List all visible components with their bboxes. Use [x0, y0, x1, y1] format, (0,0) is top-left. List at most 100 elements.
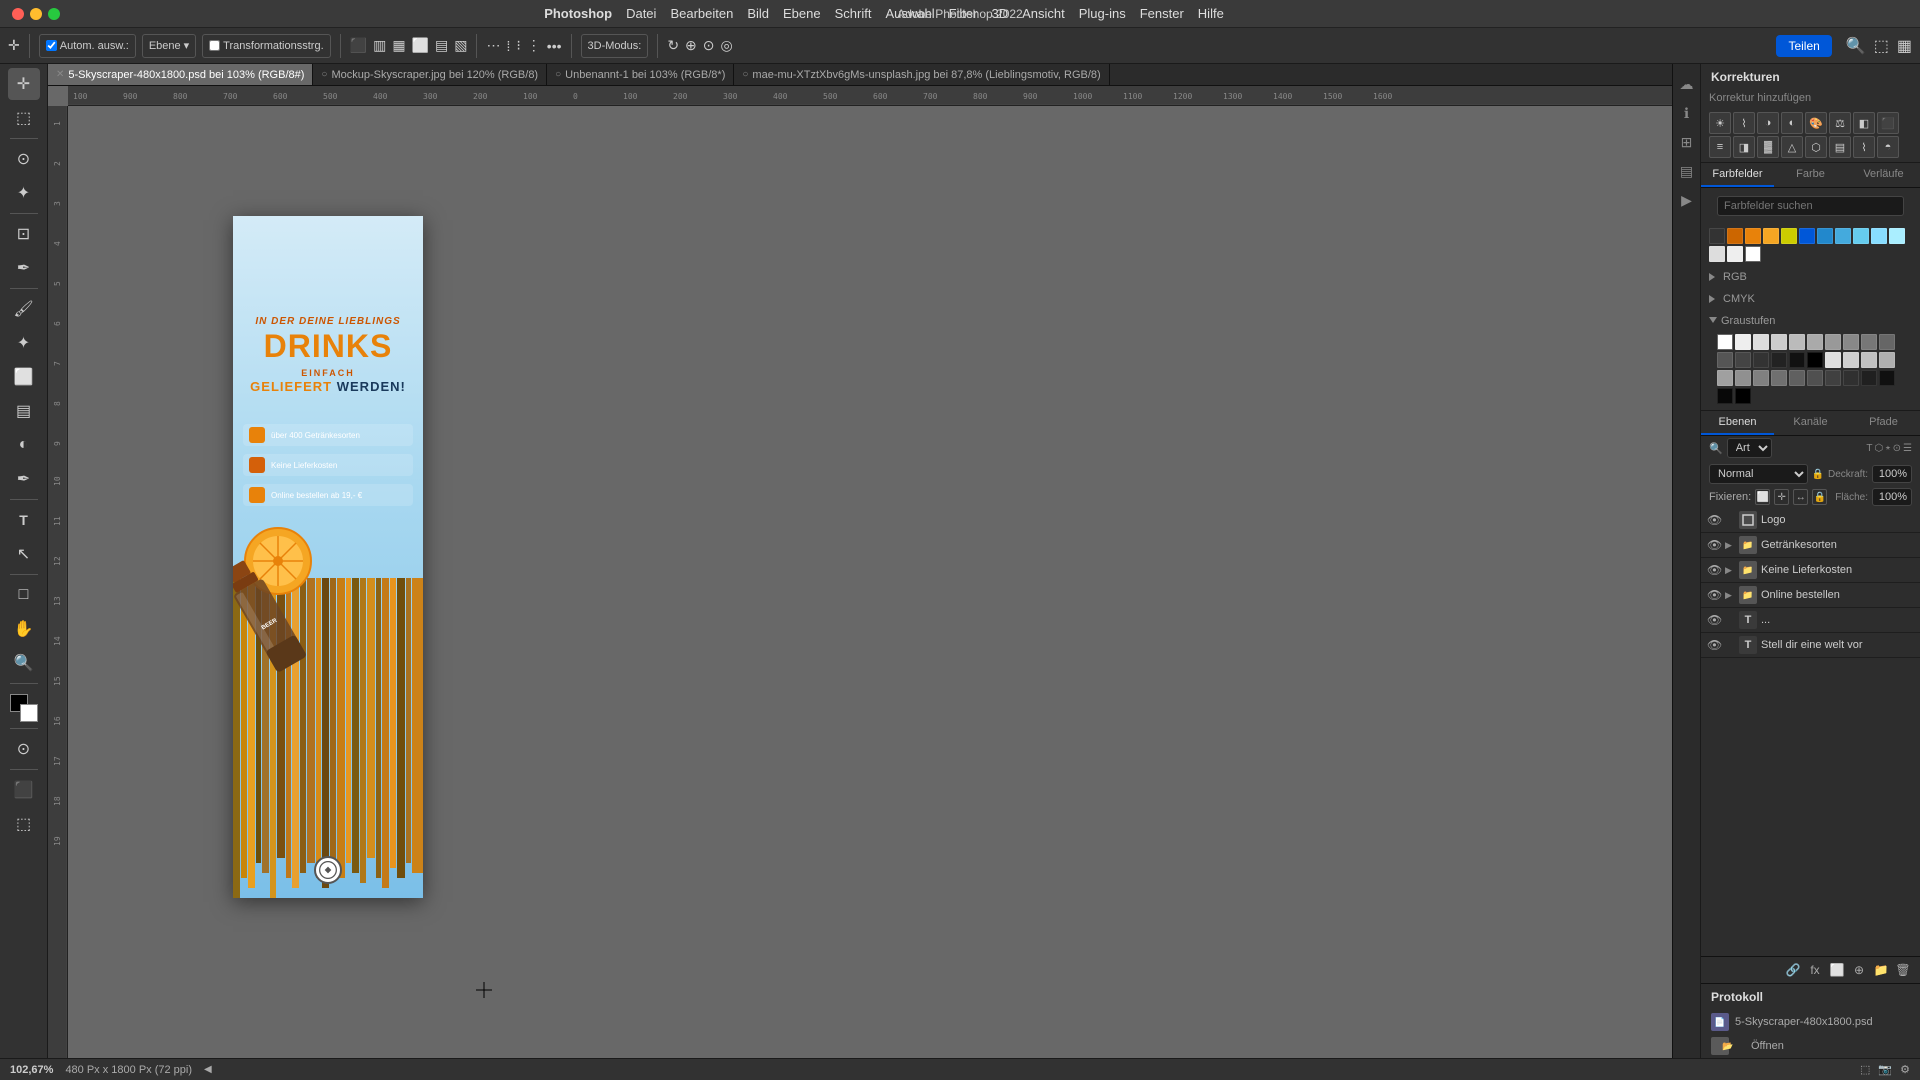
background-color[interactable]	[20, 704, 38, 722]
invert-icon[interactable]: ◨	[1733, 136, 1755, 158]
deckraft-input[interactable]	[1872, 465, 1912, 483]
minimize-button[interactable]	[30, 8, 42, 20]
layers-side-icon[interactable]: ▤	[1676, 159, 1697, 184]
cmyk-group-label[interactable]: CMYK	[1709, 290, 1912, 308]
posterize-icon[interactable]: ▓	[1757, 136, 1779, 158]
layer-dots[interactable]: 👁 T ...	[1701, 608, 1920, 633]
menu-fenster[interactable]: Fenster	[1140, 6, 1184, 21]
clone-stamp-tool[interactable]: ✦	[8, 327, 40, 359]
layer-visibility-online-bestellen[interactable]: 👁	[1707, 588, 1721, 602]
gray-swatch-18[interactable]	[1843, 352, 1859, 368]
zoom-tool[interactable]: 🔍	[8, 647, 40, 679]
color-balance-icon[interactable]: ⚖	[1829, 112, 1851, 134]
selection-tool[interactable]: ⬚	[8, 102, 40, 134]
protokoll-oeffnen[interactable]: 📂 Öffnen	[1701, 1034, 1920, 1058]
gray-swatch-7[interactable]	[1825, 334, 1841, 350]
swatch-blue[interactable]	[1799, 228, 1815, 244]
filter-icon-3[interactable]: ⭒	[1885, 443, 1890, 454]
gray-swatch-15[interactable]	[1789, 352, 1805, 368]
tab-unsplash[interactable]: ○ mae-mu-XTztXbv6gMs-unsplash.jpg bei 87…	[734, 64, 1109, 86]
menu-ebene[interactable]: Ebene	[783, 6, 821, 21]
tab-unbenannt[interactable]: ○ Unbenannt-1 bei 103% (RGB/8*)	[547, 64, 734, 86]
layer-keine-lieferkosten[interactable]: 👁 ▶ 📁 Keine Lieferkosten	[1701, 558, 1920, 583]
gray-swatch-23[interactable]	[1753, 370, 1769, 386]
tab-farbe[interactable]: Farbe	[1774, 163, 1847, 187]
hand-tool[interactable]: ✋	[8, 613, 40, 645]
gray-swatch-2[interactable]	[1735, 334, 1751, 350]
gray-swatch-14[interactable]	[1771, 352, 1787, 368]
tab-pfade[interactable]: Pfade	[1847, 411, 1920, 435]
status-icon-3[interactable]: ⚙	[1900, 1063, 1910, 1076]
path-select-tool[interactable]: ↖	[8, 538, 40, 570]
layer-visibility-logo[interactable]: 👁	[1707, 513, 1721, 527]
pen-tool[interactable]: ✒	[8, 463, 40, 495]
transform-checkbox[interactable]: Transformationsstrg.	[202, 34, 330, 58]
layer-expand-keine-lieferkosten[interactable]: ▶	[1725, 565, 1735, 576]
gray-swatch-26[interactable]	[1807, 370, 1823, 386]
eraser-tool[interactable]: ⬜	[8, 361, 40, 393]
tab-skyscraper[interactable]: ✕ 5-Skyscraper-480x1800.psd bei 103% (RG…	[48, 64, 313, 86]
filter-icon-4[interactable]: ⊙	[1893, 443, 1901, 454]
fix-icon-4[interactable]: 🔒	[1812, 489, 1827, 505]
gray-swatch-32[interactable]	[1735, 388, 1751, 404]
hsl-icon[interactable]: 🎨	[1805, 112, 1827, 134]
gradient-map-icon[interactable]: ▤	[1829, 136, 1851, 158]
menu-schrift[interactable]: Schrift	[835, 6, 872, 21]
ebene-dropdown[interactable]: Ebene ▾	[142, 34, 196, 58]
workspace-icon[interactable]: ⬚	[1874, 36, 1889, 56]
tab-ebenen[interactable]: Ebenen	[1701, 411, 1774, 435]
record-icon[interactable]: ▶	[1677, 188, 1696, 213]
gray-swatch-25[interactable]	[1789, 370, 1805, 386]
filter-icon-2[interactable]: ⬡	[1875, 443, 1884, 454]
eyedropper-tool[interactable]: ✒	[8, 252, 40, 284]
gray-swatch-6[interactable]	[1807, 334, 1823, 350]
mask-icon[interactable]: ⬜	[1828, 961, 1846, 979]
gray-swatch-19[interactable]	[1861, 352, 1877, 368]
gray-swatch-29[interactable]	[1861, 370, 1877, 386]
gray-swatch-16[interactable]	[1807, 352, 1823, 368]
maximize-button[interactable]	[48, 8, 60, 20]
move-tool-icon[interactable]: ✛	[8, 37, 20, 54]
menu-datei[interactable]: Datei	[626, 6, 656, 21]
snap-icon[interactable]: ⊕	[685, 37, 697, 54]
exposure-icon[interactable]: ◑	[1757, 112, 1779, 134]
farbfelder-search[interactable]	[1717, 196, 1904, 216]
status-icon-2[interactable]: 📷	[1878, 1063, 1892, 1076]
layer-stell-dir[interactable]: 👁 T Stell dir eine welt vor	[1701, 633, 1920, 658]
graustufen-group-label[interactable]: Graustufen	[1709, 312, 1912, 330]
layer-logo[interactable]: 👁 Logo	[1701, 508, 1920, 533]
crop-tool[interactable]: ⊡	[8, 218, 40, 250]
layer-expand-online-bestellen[interactable]: ▶	[1725, 590, 1735, 601]
swatch-dark[interactable]	[1709, 228, 1725, 244]
more-icon[interactable]: •••	[547, 38, 562, 54]
3d-mode-btn[interactable]: 3D-Modus:	[581, 34, 649, 58]
gray-swatch-1[interactable]	[1717, 334, 1733, 350]
swatch-blue5[interactable]	[1871, 228, 1887, 244]
tab-close-icon[interactable]: ○	[321, 69, 327, 80]
swatch-orange[interactable]	[1745, 228, 1761, 244]
gray-swatch-9[interactable]	[1861, 334, 1877, 350]
move-tool[interactable]: ✛	[8, 68, 40, 100]
layer-visibility-stell-dir[interactable]: 👁	[1707, 638, 1721, 652]
autom-checkbox[interactable]: Autom. ausw.:	[39, 34, 136, 58]
gray-swatch-30[interactable]	[1879, 370, 1895, 386]
artboard-icon[interactable]: ⬚	[8, 808, 40, 840]
distribute-icon[interactable]: ⋯	[486, 37, 500, 54]
align-bottom-icon[interactable]: ▧	[454, 37, 467, 54]
cloud-icon[interactable]: ☁	[1676, 72, 1698, 97]
layer-expand-getraenkesorten[interactable]: ▶	[1725, 540, 1735, 551]
layer-online-bestellen[interactable]: 👁 ▶ 📁 Online bestellen	[1701, 583, 1920, 608]
align-center-v-icon[interactable]: ▥	[373, 37, 386, 54]
layer-visibility-dots[interactable]: 👁	[1707, 613, 1721, 627]
gray-swatch-22[interactable]	[1735, 370, 1751, 386]
tab-mockup[interactable]: ○ Mockup-Skyscraper.jpg bei 120% (RGB/8)	[313, 64, 547, 86]
link-layers-icon[interactable]: 🔗	[1784, 961, 1802, 979]
vibrance-icon[interactable]: ◐	[1781, 112, 1803, 134]
status-icon-1[interactable]: ⬚	[1860, 1063, 1870, 1076]
shape-tool[interactable]: □	[8, 579, 40, 611]
brush-tool[interactable]: 🖌	[8, 293, 40, 325]
gray-swatch-28[interactable]	[1843, 370, 1859, 386]
adjustment-icon[interactable]: ⊕	[1850, 961, 1868, 979]
arrange-icon[interactable]: ⋮	[527, 37, 541, 54]
tab-close-icon[interactable]: ○	[555, 69, 561, 80]
